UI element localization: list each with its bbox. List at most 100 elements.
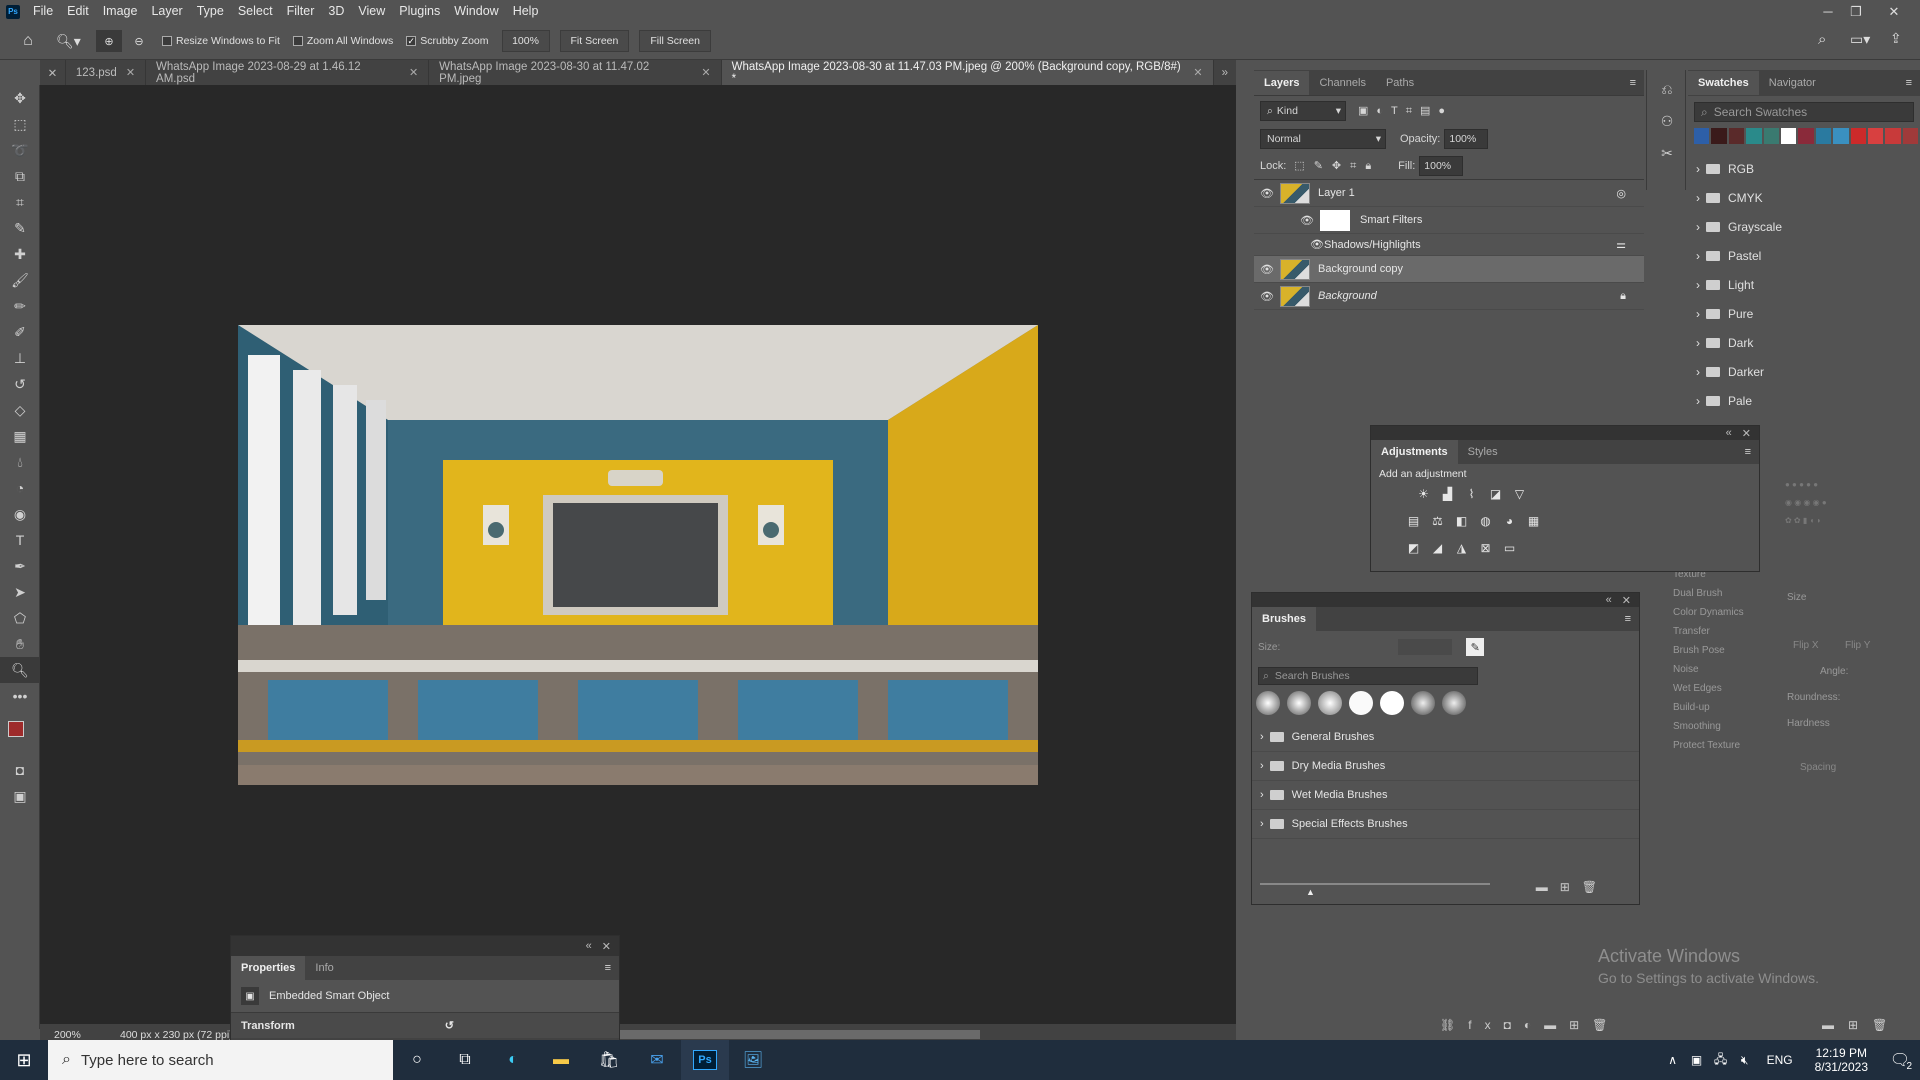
menu-type[interactable]: Type (190, 0, 231, 23)
scrubby-zoom-checkbox[interactable]: ✓ Scrubby Zoom (406, 35, 489, 47)
swatch-color[interactable] (1694, 128, 1710, 144)
channel-mixer-icon[interactable]: ◕ (1500, 511, 1519, 530)
network-icon[interactable]: 🖧︎ (1709, 1040, 1733, 1080)
close-icon[interactable]: ✕ (409, 66, 418, 79)
shadows-highlights-row[interactable]: 👁︎ Shadows/Highlights ⚌ (1254, 234, 1644, 256)
menu-view[interactable]: View (351, 0, 392, 23)
home-icon[interactable]: ⌂ (0, 32, 56, 50)
notification-icon[interactable]: 🗨︎ 2 (1880, 1040, 1920, 1080)
bs-noise[interactable]: Noise (1645, 660, 1920, 679)
clock[interactable]: 12:19 PM 8/31/2023 (1815, 1046, 1868, 1074)
tab-styles[interactable]: Styles (1458, 440, 1508, 464)
fill-field[interactable]: 100% (1419, 155, 1464, 176)
dodge-tool-icon[interactable]: ◔ (0, 475, 40, 501)
file-explorer-icon[interactable]: ▬ (537, 1040, 585, 1080)
brush-size-slider[interactable] (1260, 883, 1490, 885)
brush-preset-pressure[interactable] (1411, 691, 1435, 715)
cortana-icon[interactable]: ○ (393, 1040, 441, 1080)
menu-image[interactable]: Image (96, 0, 145, 23)
eraser-tool-icon[interactable]: ◇ (0, 397, 40, 423)
mixer-brush-tool-icon[interactable]: ✐ (0, 319, 40, 345)
swatch-group-grayscale[interactable]: › Grayscale (1688, 212, 1920, 241)
tab-properties[interactable]: Properties (231, 956, 306, 980)
chevron-up-icon[interactable]: ∧ (1661, 1040, 1685, 1080)
hand-tool-icon[interactable]: ✋︎ (0, 631, 40, 657)
screen-mode-icon[interactable]: ▣ (0, 783, 40, 809)
menu-3d[interactable]: 3D (321, 0, 351, 23)
brush-preset-pressure[interactable] (1442, 691, 1466, 715)
move-tool-icon[interactable]: ✥ (0, 85, 40, 111)
menu-help[interactable]: Help (506, 0, 546, 23)
bs-transfer[interactable]: Transfer (1645, 622, 1920, 641)
exposure-icon[interactable]: ◪ (1486, 484, 1505, 503)
swatch-color[interactable] (1711, 128, 1727, 144)
eye-icon[interactable]: 👁︎ (1310, 238, 1324, 251)
eye-icon[interactable]: 👁︎ (1254, 290, 1280, 303)
close-icon[interactable]: ✕ (1880, 0, 1908, 23)
doc-tab-whatsapp-0829[interactable]: WhatsApp Image 2023-08-29 at 1.46.12 AM.… (146, 60, 430, 85)
language-indicator[interactable]: ENG (1767, 1053, 1793, 1067)
bs-brush-pose[interactable]: Brush Pose (1645, 641, 1920, 660)
menu-file[interactable]: File (26, 0, 60, 23)
eye-icon[interactable]: 👁︎ (1254, 187, 1280, 200)
black-white-icon[interactable]: ◧ (1452, 511, 1471, 530)
pen-tool-icon[interactable]: ✒ (0, 553, 40, 579)
swatch-color[interactable] (1867, 128, 1884, 144)
healing-brush-tool-icon[interactable]: ✚ (0, 241, 40, 267)
libraries-icon[interactable]: ⚇ (1647, 108, 1687, 134)
filter-options-icon[interactable]: ⚌ (1616, 238, 1626, 251)
resize-windows-checkbox[interactable]: Resize Windows to Fit (162, 35, 280, 47)
hue-saturation-icon[interactable]: ▤ (1404, 511, 1423, 530)
panel-menu-icon[interactable]: ≡ (1745, 446, 1751, 458)
tab-channels[interactable]: Channels (1309, 71, 1375, 95)
swatch-color[interactable] (1798, 128, 1814, 144)
brush-preset-soft[interactable] (1287, 691, 1311, 715)
bs-build-up[interactable]: Build-up (1645, 698, 1920, 717)
shape-tool-icon[interactable]: ⬠ (0, 605, 40, 631)
menu-plugins[interactable]: Plugins (392, 0, 447, 23)
panel-menu-icon[interactable]: ≡ (605, 962, 611, 974)
smart-filters-row[interactable]: 👁︎ Smart Filters (1254, 207, 1644, 234)
brush-footer-icons[interactable]: ▬⊞🗑︎ (1536, 880, 1609, 894)
layer-row-layer1[interactable]: 👁︎ Layer 1 ◎ (1254, 180, 1644, 207)
close-icon[interactable]: ✕ (1622, 594, 1631, 607)
lasso-tool-icon[interactable]: ➰ (0, 137, 40, 163)
quick-mask-icon[interactable]: ◘ (0, 757, 40, 783)
blur-tool-icon[interactable]: 💧︎ (0, 449, 40, 475)
blend-mode-select[interactable]: Normal ▾ (1260, 129, 1386, 149)
close-icon[interactable]: ✕ (1193, 66, 1202, 79)
slider-handle-icon[interactable]: ▲ (1306, 887, 1315, 897)
taskbar-search[interactable]: ⌕ Type here to search (48, 1040, 393, 1080)
doc-tab-whatsapp-0830-03[interactable]: WhatsApp Image 2023-08-30 at 11.47.03 PM… (721, 60, 1214, 85)
eye-icon[interactable]: 👁︎ (1294, 214, 1320, 227)
volume-icon[interactable]: 🔇︎ (1733, 1040, 1757, 1080)
object-select-tool-icon[interactable]: ⧉ (0, 163, 40, 189)
tab-navigator[interactable]: Navigator (1759, 71, 1826, 95)
foreground-color[interactable] (8, 721, 24, 737)
tab-info[interactable]: Info (305, 956, 343, 980)
brightness-contrast-icon[interactable]: ☀ (1414, 484, 1433, 503)
menu-window[interactable]: Window (447, 0, 505, 23)
share-icon[interactable]: ⇪ (1890, 30, 1902, 47)
panel-menu-icon[interactable]: ≡ (1625, 613, 1631, 625)
swatch-group-pastel[interactable]: › Pastel (1688, 241, 1920, 270)
sponge-tool-icon[interactable]: ◉ (0, 501, 40, 527)
menu-filter[interactable]: Filter (280, 0, 322, 23)
swatch-group-darker[interactable]: › Darker (1688, 357, 1920, 386)
marquee-tool-icon[interactable]: ⬚ (0, 111, 40, 137)
meet-now-icon[interactable]: ▣ (1685, 1040, 1709, 1080)
brush-preset-hard[interactable] (1380, 691, 1404, 715)
tab-swatches[interactable]: Swatches (1688, 71, 1759, 95)
collapse-icon[interactable]: « (586, 940, 592, 952)
menu-select[interactable]: Select (231, 0, 280, 23)
zoom-all-checkbox[interactable]: Zoom All Windows (292, 35, 393, 47)
history-icon[interactable]: ⎌ (1647, 76, 1687, 102)
path-select-tool-icon[interactable]: ➤ (0, 579, 40, 605)
swatch-color[interactable] (1902, 128, 1919, 144)
brush-group-special-effects[interactable]: › Special Effects Brushes (1252, 810, 1639, 839)
more-tools-icon[interactable]: ••• (0, 683, 40, 709)
panel-menu-icon[interactable]: ≡ (1630, 77, 1636, 89)
tab-brushes[interactable]: Brushes (1252, 607, 1317, 631)
brush-preset-soft[interactable] (1256, 691, 1280, 715)
gradient-tool-icon[interactable]: ▦ (0, 423, 40, 449)
